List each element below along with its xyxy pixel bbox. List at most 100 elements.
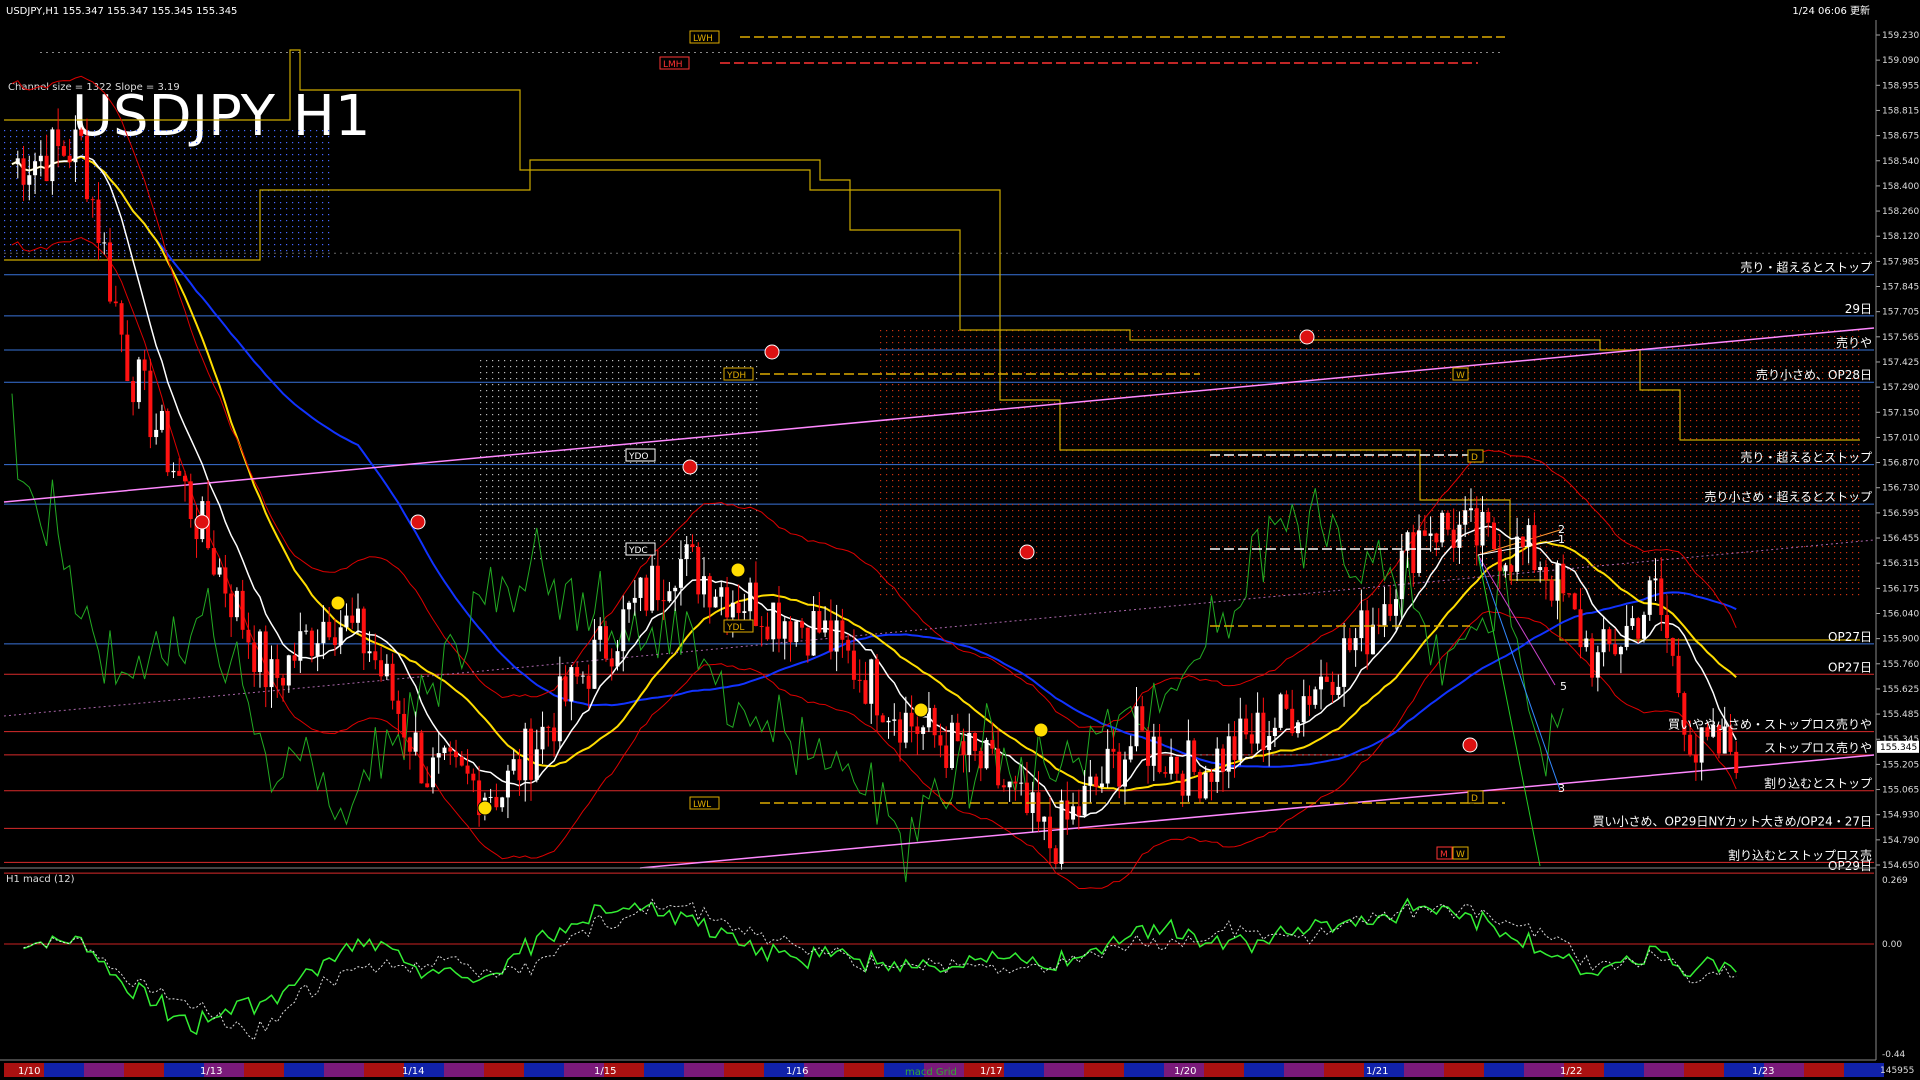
- cloud-red-dot: [1138, 510, 1140, 512]
- cloud-gray-dot: [612, 384, 614, 386]
- cloud-red-dot: [988, 450, 990, 452]
- cloud-red-dot: [982, 456, 984, 458]
- cloud-red-dot: [982, 474, 984, 476]
- cloud-gray-dot: [558, 420, 560, 422]
- cloud-red-dot: [1036, 528, 1038, 530]
- cloud-gray-dot: [738, 474, 740, 476]
- cloud-blue-dot: [166, 244, 168, 246]
- cloud-red-dot: [1132, 570, 1134, 572]
- cloud-red-dot: [964, 522, 966, 524]
- cloud-red-dot: [1144, 402, 1146, 404]
- cloud-gray-dot: [714, 510, 716, 512]
- cloud-red-dot: [1096, 342, 1098, 344]
- cloud-gray-dot: [606, 420, 608, 422]
- cloud-gray-dot: [690, 480, 692, 482]
- cloud-blue-dot: [190, 166, 192, 168]
- cloud-red-dot: [1012, 588, 1014, 590]
- cloud-red-dot: [952, 360, 954, 362]
- cloud-gray-dot: [642, 474, 644, 476]
- cloud-gray-dot: [498, 498, 500, 500]
- cloud-red-dot: [1018, 576, 1020, 578]
- cloud-red-dot: [1150, 594, 1152, 596]
- cloud-gray-dot: [744, 492, 746, 494]
- cloud-red-dot: [1012, 564, 1014, 566]
- cloud-red-dot: [886, 522, 888, 524]
- cloud-gray-dot: [510, 396, 512, 398]
- cloud-gray-dot: [714, 432, 716, 434]
- cloud-blue-dot: [82, 250, 84, 252]
- cloud-gray-dot: [600, 360, 602, 362]
- cloud-red-dot: [1054, 570, 1056, 572]
- cloud-red-dot: [1150, 390, 1152, 392]
- cloud-gray-dot: [516, 396, 518, 398]
- cloud-red-dot: [1006, 498, 1008, 500]
- cloud-red-dot: [886, 336, 888, 338]
- cloud-red-dot: [1024, 534, 1026, 536]
- cloud-gray-dot: [744, 450, 746, 452]
- cloud-gray-dot: [534, 534, 536, 536]
- cloud-gray-dot: [672, 546, 674, 548]
- cloud-gray-dot: [504, 480, 506, 482]
- cloud-gray-dot: [684, 450, 686, 452]
- cloud-red-dot: [904, 408, 906, 410]
- cloud-red-dot: [1162, 504, 1164, 506]
- cloud-red-dot: [952, 456, 954, 458]
- cloud-red-dot: [1144, 582, 1146, 584]
- cloud-gray-dot: [624, 450, 626, 452]
- cloud-blue-dot: [202, 190, 204, 192]
- cloud-gray-dot: [564, 498, 566, 500]
- cloud-gray-dot: [714, 504, 716, 506]
- cloud-red-dot: [1138, 330, 1140, 332]
- cloud-red-dot: [898, 438, 900, 440]
- cloud-gray-dot: [726, 462, 728, 464]
- cloud-red-dot: [1102, 396, 1104, 398]
- cloud-red-dot: [1108, 528, 1110, 530]
- cloud-red-dot: [904, 390, 906, 392]
- cloud-red-dot: [1012, 450, 1014, 452]
- cloud-red-dot: [880, 450, 882, 452]
- cloud-gray-dot: [714, 558, 716, 560]
- cloud-red-dot: [1090, 390, 1092, 392]
- cloud-gray-dot: [702, 480, 704, 482]
- cloud-gray-dot: [534, 372, 536, 374]
- cloud-blue-dot: [22, 202, 24, 204]
- cloud-red-dot: [1090, 558, 1092, 560]
- cloud-red-dot: [892, 534, 894, 536]
- cloud-blue-dot: [304, 160, 306, 162]
- cloud-gray-dot: [480, 528, 482, 530]
- cloud-gray-dot: [636, 360, 638, 362]
- cloud-red-dot: [928, 438, 930, 440]
- cloud-red-dot: [1126, 546, 1128, 548]
- trading-chart[interactable]: USDJPY,H1 155.347 155.347 155.345 155.34…: [0, 0, 1920, 1080]
- cloud-gray-dot: [486, 414, 488, 416]
- cloud-red-dot: [1078, 456, 1080, 458]
- cloud-blue-dot: [136, 142, 138, 144]
- cloud-red-dot: [1084, 468, 1086, 470]
- cloud-gray-dot: [636, 426, 638, 428]
- cloud-gray-dot: [642, 492, 644, 494]
- cloud-blue-dot: [244, 226, 246, 228]
- cloud-blue-dot: [64, 244, 66, 246]
- cloud-red-dot: [946, 540, 948, 542]
- cloud-red-dot: [1102, 552, 1104, 554]
- cloud-gray-dot: [498, 528, 500, 530]
- cloud-blue-dot: [226, 202, 228, 204]
- cloud-red-dot: [1150, 438, 1152, 440]
- cloud-blue-dot: [160, 184, 162, 186]
- cloud-red-dot: [940, 504, 942, 506]
- cloud-gray-dot: [660, 378, 662, 380]
- cloud-gray-dot: [750, 534, 752, 536]
- cloud-blue-dot: [16, 256, 18, 258]
- cloud-blue-dot: [262, 172, 264, 174]
- cloud-red-dot: [880, 504, 882, 506]
- cloud-gray-dot: [672, 372, 674, 374]
- cloud-red-dot: [1150, 360, 1152, 362]
- cloud-blue-dot: [70, 220, 72, 222]
- cloud-red-dot: [946, 486, 948, 488]
- cloud-gray-dot: [624, 474, 626, 476]
- cloud-red-dot: [898, 378, 900, 380]
- cloud-red-dot: [1012, 558, 1014, 560]
- cloud-gray-dot: [624, 540, 626, 542]
- cloud-blue-dot: [268, 160, 270, 162]
- cloud-red-dot: [1012, 444, 1014, 446]
